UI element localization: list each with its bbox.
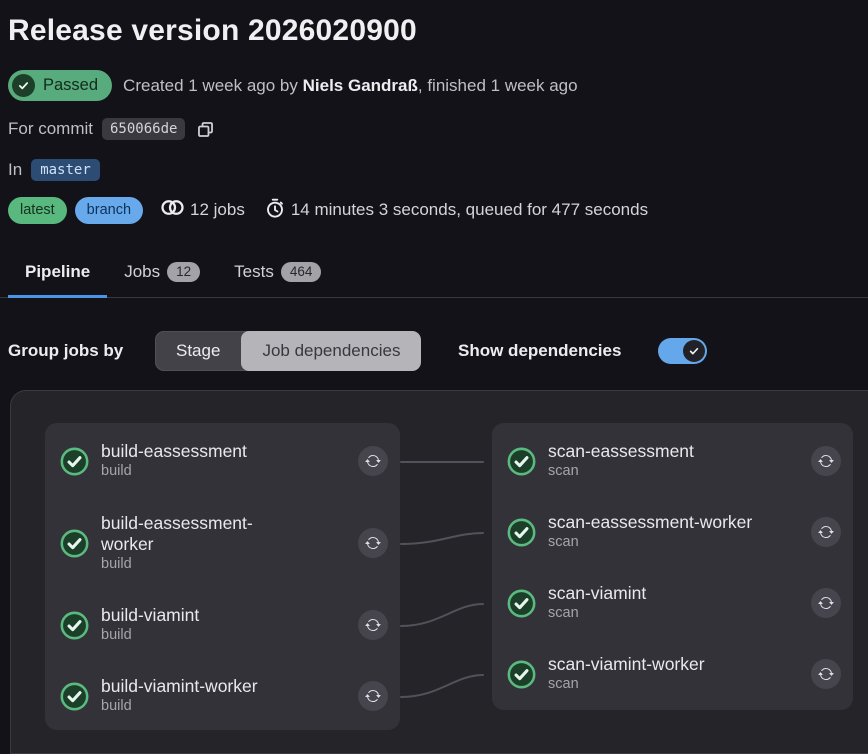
jobs-count-label: 12 jobs	[190, 200, 245, 220]
job-stage: scan	[548, 675, 705, 694]
check-circle-icon	[60, 529, 89, 558]
check-circle-icon	[507, 447, 536, 476]
created-text: Created 1 week ago by Niels Gandraß, fin…	[123, 76, 578, 96]
latest-badge: latest	[8, 197, 67, 224]
toggle-knob	[683, 340, 705, 362]
job-name[interactable]: build-viamint	[101, 605, 199, 626]
show-dependencies-label: Show dependencies	[458, 331, 621, 371]
passed-check-icon	[12, 74, 35, 97]
commit-label: For commit	[8, 119, 93, 139]
check-circle-icon	[60, 682, 89, 711]
job-name[interactable]: build-viamint-worker	[101, 676, 258, 697]
check-circle-icon	[507, 660, 536, 689]
commit-row: For commit 650066de	[8, 116, 215, 142]
group-jobs-by-label: Group jobs by	[8, 331, 123, 371]
job-stage: build	[101, 555, 291, 574]
jobs-count: 12 jobs	[161, 200, 245, 220]
job-name[interactable]: build-eassessment	[101, 441, 247, 462]
page-title: Release version 2026020900	[8, 14, 417, 48]
copy-icon[interactable]	[196, 120, 215, 139]
group-by-segmented-control: Stage Job dependencies	[155, 331, 421, 371]
job-group-scan: scan-eassessment scan scan-eassessment-w…	[492, 423, 853, 710]
tab-pipeline[interactable]: Pipeline	[8, 246, 107, 297]
job-name[interactable]: scan-viamint	[548, 583, 646, 604]
status-badge-label: Passed	[43, 76, 98, 95]
job-row[interactable]: build-viamint-worker build	[60, 674, 388, 718]
retry-job-button[interactable]	[358, 528, 388, 558]
status-row: Passed Created 1 week ago by Niels Gandr…	[8, 70, 578, 101]
job-stage: build	[101, 697, 258, 716]
job-stage: scan	[548, 462, 694, 481]
timer-icon	[265, 198, 285, 223]
tab-tests-label: Tests	[234, 262, 274, 282]
branch-link[interactable]: master	[31, 159, 100, 181]
retry-job-button[interactable]	[811, 659, 841, 689]
retry-job-button[interactable]	[811, 446, 841, 476]
job-group-build: build-eassessment build build-eassessmen…	[45, 423, 400, 730]
job-row[interactable]: build-viamint build	[60, 603, 388, 647]
duration-label: 14 minutes 3 seconds, queued for 477 sec…	[291, 200, 648, 220]
status-badge: Passed	[8, 70, 112, 101]
tab-pipeline-label: Pipeline	[25, 262, 90, 282]
pipeline-tabs: Pipeline Jobs 12 Tests 464	[0, 246, 868, 298]
check-circle-icon	[60, 611, 89, 640]
author-link[interactable]: Niels Gandraß	[303, 76, 418, 95]
job-row[interactable]: build-eassessment-worker build	[60, 511, 388, 575]
tab-jobs-count: 12	[167, 262, 200, 282]
job-stage: build	[101, 462, 247, 481]
check-circle-icon	[507, 518, 536, 547]
created-suffix: , finished 1 week ago	[418, 76, 578, 95]
segment-job-dependencies[interactable]: Job dependencies	[241, 331, 421, 371]
pipeline-graph: build-eassessment build build-eassessmen…	[10, 390, 868, 754]
retry-job-button[interactable]	[358, 681, 388, 711]
meta-row: latest branch 12 jobs 14 minutes 3 secon…	[8, 196, 648, 224]
graph-controls: Group jobs by Stage Job dependencies Sho…	[0, 331, 868, 371]
job-name[interactable]: build-eassessment-worker	[101, 513, 291, 555]
retry-job-button[interactable]	[811, 517, 841, 547]
tab-tests-count: 464	[281, 262, 322, 282]
job-name[interactable]: scan-eassessment-worker	[548, 512, 752, 533]
tab-jobs[interactable]: Jobs 12	[107, 246, 217, 297]
tab-jobs-label: Jobs	[124, 262, 160, 282]
job-row[interactable]: scan-viamint-worker scan	[507, 652, 841, 696]
link-icon	[161, 200, 184, 220]
job-stage: scan	[548, 533, 752, 552]
check-circle-icon	[60, 447, 89, 476]
job-row[interactable]: build-eassessment build	[60, 439, 388, 483]
job-row[interactable]: scan-viamint scan	[507, 581, 841, 625]
tab-tests[interactable]: Tests 464	[217, 246, 338, 297]
job-row[interactable]: scan-eassessment-worker scan	[507, 510, 841, 554]
job-name[interactable]: scan-eassessment	[548, 441, 694, 462]
duration: 14 minutes 3 seconds, queued for 477 sec…	[265, 198, 648, 223]
retry-job-button[interactable]	[811, 588, 841, 618]
job-stage: build	[101, 626, 199, 645]
created-prefix: Created 1 week ago by	[123, 76, 303, 95]
retry-job-button[interactable]	[358, 610, 388, 640]
ref-label: In	[8, 160, 22, 180]
show-dependencies-toggle[interactable]	[658, 338, 707, 364]
ref-row: In master	[8, 157, 100, 183]
check-circle-icon	[507, 589, 536, 618]
job-name[interactable]: scan-viamint-worker	[548, 654, 705, 675]
job-stage: scan	[548, 604, 646, 623]
job-row[interactable]: scan-eassessment scan	[507, 439, 841, 483]
retry-job-button[interactable]	[358, 446, 388, 476]
segment-stage[interactable]: Stage	[155, 331, 241, 371]
commit-sha-link[interactable]: 650066de	[102, 118, 185, 140]
branch-type-badge: branch	[75, 197, 143, 224]
